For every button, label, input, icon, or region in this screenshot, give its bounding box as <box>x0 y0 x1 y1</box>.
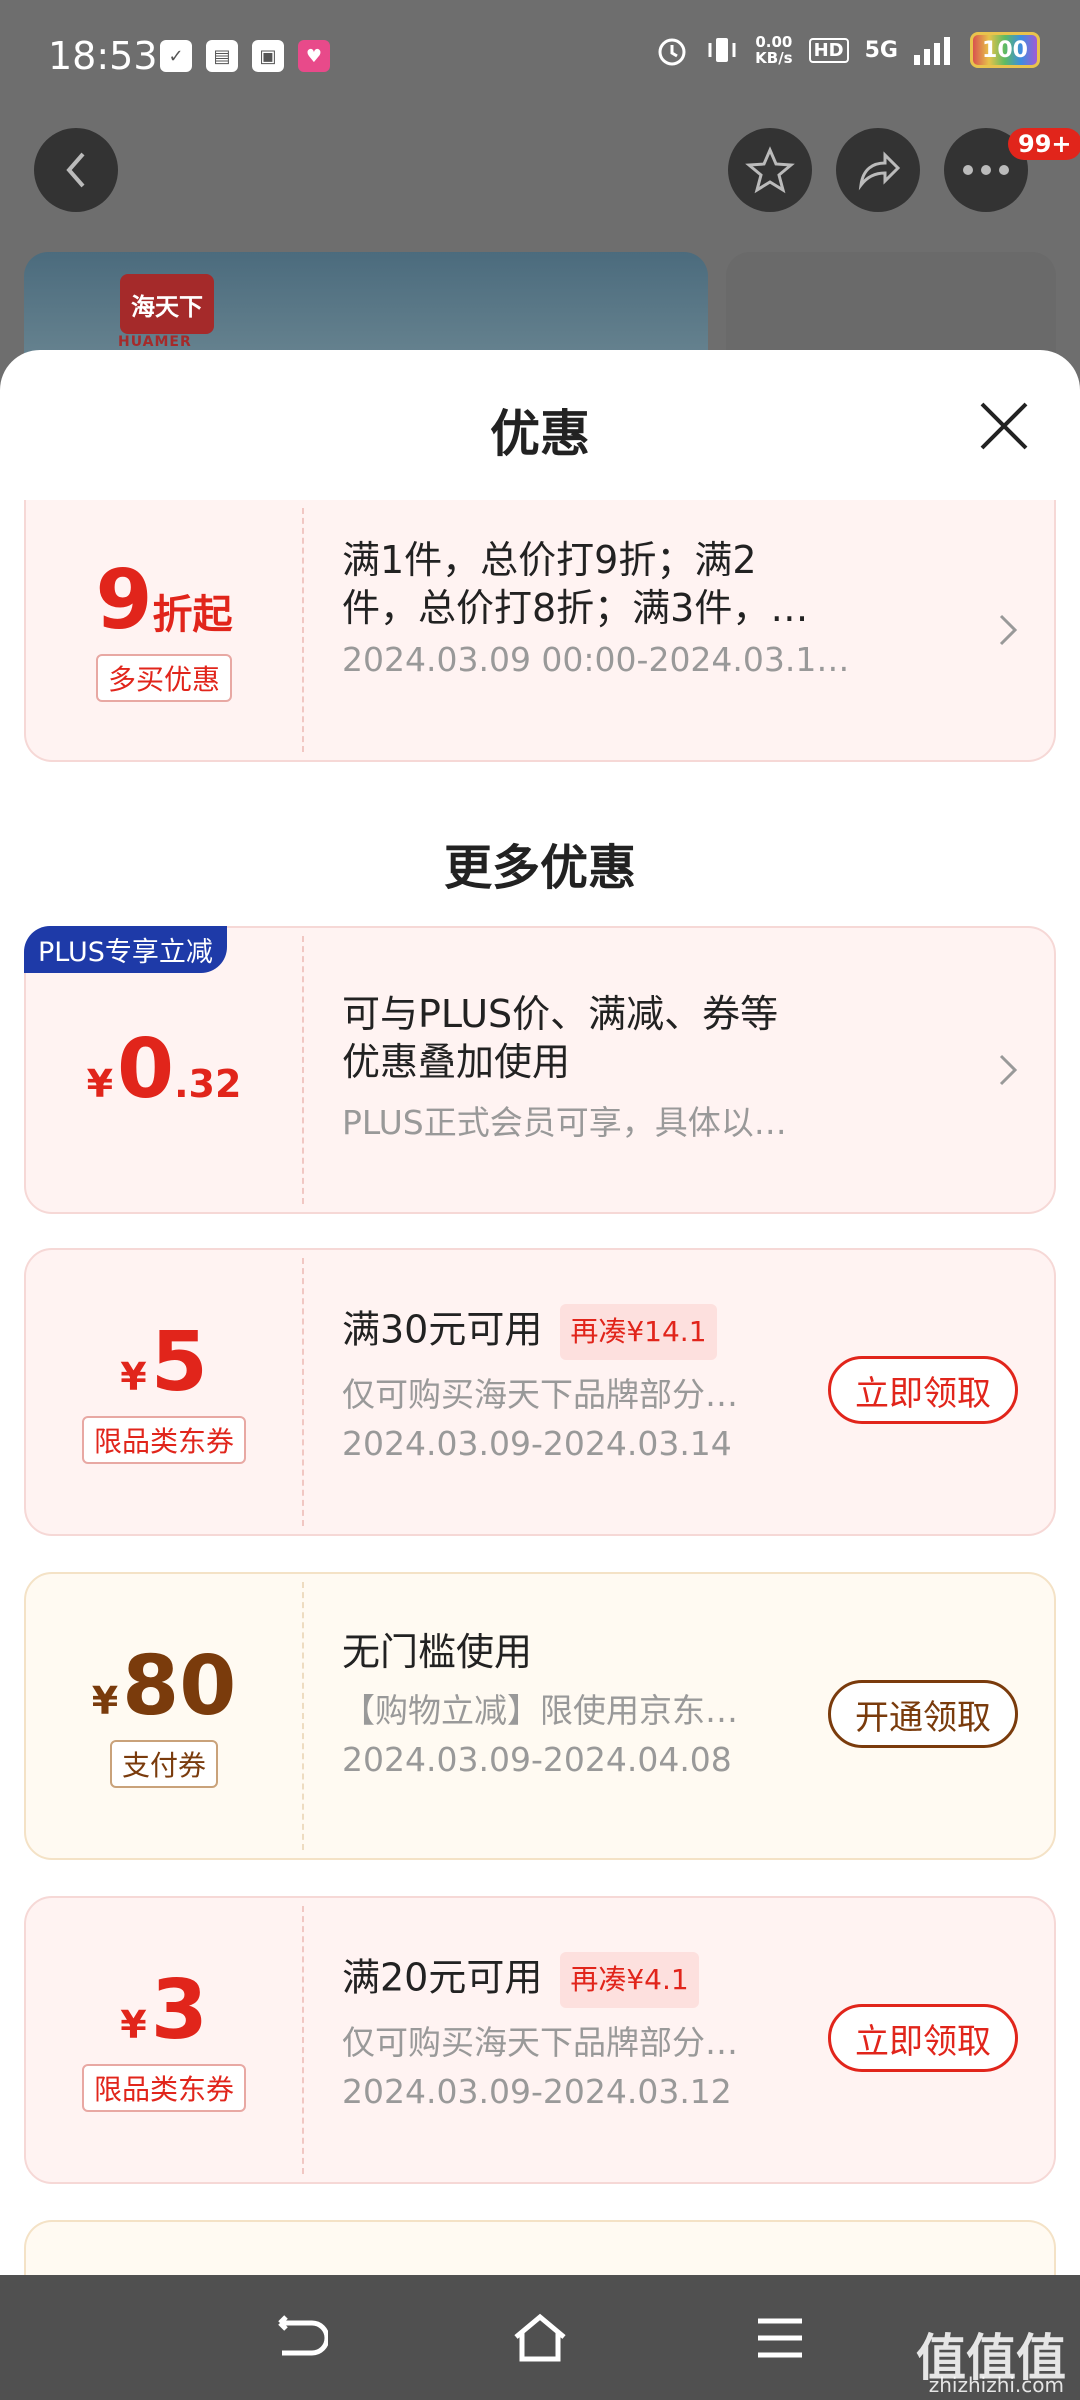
more-discounts-title: 更多优惠 <box>443 840 636 896</box>
back-button[interactable] <box>34 128 118 212</box>
coupon-condition: 满30元可用 再凑¥14.1 <box>342 1304 1014 1360</box>
currency-symbol: ¥ <box>120 2003 147 2047</box>
app-icon: ▣ <box>252 40 284 72</box>
share-icon <box>858 151 901 191</box>
coupon-desc-line1: 满1件，总价打9折；满2 <box>342 538 757 582</box>
coupon-desc-line1: 可与PLUS价、满减、券等 <box>342 992 779 1036</box>
coupon-jd-5: ¥ 5 限品类东券 满30元可用 再凑¥14.1 仅可购买海天下品牌部分… 202… <box>24 1248 1056 1536</box>
coupon-date: 2024.03.09-2024.03.14 <box>342 1424 732 1463</box>
coupon-multi-buy[interactable]: 9 折起 多买优惠 满1件，总价打9折；满2 件，总价打8折；满3件，… 202… <box>24 500 1056 762</box>
chevron-right-icon <box>999 1054 1018 1086</box>
discount-amount: 9 折起 <box>95 558 232 644</box>
coupon-jd-3: ¥ 3 限品类东券 满20元可用 再凑¥4.1 仅可购买海天下品牌部分… 2024… <box>24 1896 1056 2184</box>
claim-button[interactable]: 立即领取 <box>828 1356 1018 1424</box>
hd-icon: HD <box>808 37 849 63</box>
amount-value: 9 <box>95 553 153 648</box>
home-nav-icon[interactable] <box>512 2313 568 2363</box>
amount-decimal: .32 <box>174 1062 242 1106</box>
clipboard-icon: ✓ <box>160 40 192 72</box>
coupon-plus[interactable]: PLUS专享立减 ¥ 0 .32 可与PLUS价、满减、券等 优惠叠加使用 PL… <box>24 926 1056 1214</box>
coupon-tag: 支付券 <box>109 1740 218 1788</box>
watermark-url: zhizhizhi.com <box>928 2373 1064 2397</box>
battery-icon: 100 <box>970 32 1040 68</box>
signal-icon <box>914 37 950 65</box>
discount-sheet: 优惠 9 折起 多买优惠 满1件，总价打9折；满2 件，总价打8折；满3件，… … <box>0 350 1080 2275</box>
network-speed: 0.00 KB/s <box>755 34 792 66</box>
alarm-icon <box>658 38 686 66</box>
add-more-pill: 再凑¥4.1 <box>560 1952 699 2008</box>
clock: 18:53 <box>48 34 158 78</box>
coupon-date: 2024.03.09-2024.03.12 <box>342 2072 732 2111</box>
status-bar: 18:53 ✓ ▤ ▣ ♥ 0.00 KB/s HD 5G 100 <box>0 0 1080 120</box>
add-more-pill: 再凑¥14.1 <box>560 1304 717 1360</box>
app-pink-icon: ♥ <box>298 40 330 72</box>
share-button[interactable] <box>836 128 920 212</box>
coupon-tag: 多买优惠 <box>95 654 232 702</box>
brand-en: HUAMER <box>118 334 192 350</box>
coupon-desc-line2: 件，总价打8折；满3件，… <box>342 586 809 630</box>
condition-text: 满30元可用 <box>342 1307 543 1352</box>
amount-value: 5 <box>150 1315 208 1410</box>
currency-symbol: ¥ <box>120 1355 147 1399</box>
coupon-condition: 无门槛使用 <box>342 1630 533 1674</box>
coupon-pay-80: ¥ 80 支付券 无门槛使用 【购物立减】限使用京东… 2024.03.09-2… <box>24 1572 1056 1860</box>
coupon-scope: 仅可购买海天下品牌部分… <box>342 1375 738 1414</box>
coupon-tag: 限品类东券 <box>81 1416 246 1464</box>
amount-value: 80 <box>122 1639 237 1734</box>
cart-badge: 99+ <box>1008 128 1080 160</box>
chevron-left-icon <box>66 152 85 188</box>
sheet-title: 优惠 <box>490 405 590 463</box>
back-nav-icon[interactable] <box>272 2313 328 2363</box>
discount-amount: ¥ 3 <box>120 1968 208 2054</box>
coupon-scope: 仅可购买海天下品牌部分… <box>342 2023 738 2062</box>
more-dots-icon <box>963 165 1009 175</box>
coupon-tag: 限品类东券 <box>81 2064 246 2112</box>
brand-logo: 海天下 <box>120 274 214 334</box>
netspeed-value: 0.00 <box>755 33 793 51</box>
book-icon: ▤ <box>206 40 238 72</box>
activate-claim-button[interactable]: 开通领取 <box>828 1680 1018 1748</box>
amount-unit: 折起 <box>152 592 233 638</box>
coupon-note: PLUS正式会员可享，具体以… <box>342 1103 787 1142</box>
amount-value: 0 <box>117 1022 175 1117</box>
amount-value: 3 <box>150 1963 208 2058</box>
condition-text: 满20元可用 <box>342 1955 543 2000</box>
currency-symbol: ¥ <box>86 1062 114 1106</box>
close-icon[interactable] <box>978 400 1030 452</box>
network-type: 5G <box>864 37 898 63</box>
netspeed-unit: KB/s <box>755 49 793 67</box>
favorite-button[interactable] <box>728 128 812 212</box>
coupon-scope: 【购物立减】限使用京东… <box>342 1691 738 1730</box>
discount-amount: ¥ 0 .32 <box>87 1027 242 1113</box>
coupon-desc-line2: 优惠叠加使用 <box>342 1040 571 1084</box>
discount-amount: ¥ 80 <box>92 1644 237 1730</box>
currency-symbol: ¥ <box>91 1679 119 1723</box>
coupon-condition: 满20元可用 再凑¥4.1 <box>342 1952 1014 2008</box>
chevron-right-icon <box>999 614 1018 646</box>
menu-nav-icon[interactable] <box>752 2313 808 2363</box>
star-icon <box>745 146 795 194</box>
coupon-validity: 2024.03.09 00:00-2024.03.1… <box>342 640 850 679</box>
coupon-partial <box>24 2220 1056 2275</box>
discount-amount: ¥ 5 <box>120 1320 208 1406</box>
claim-button[interactable]: 立即领取 <box>828 2004 1018 2072</box>
notification-icons: ✓ ▤ ▣ ♥ <box>160 40 330 72</box>
vibrate-icon <box>708 38 736 62</box>
